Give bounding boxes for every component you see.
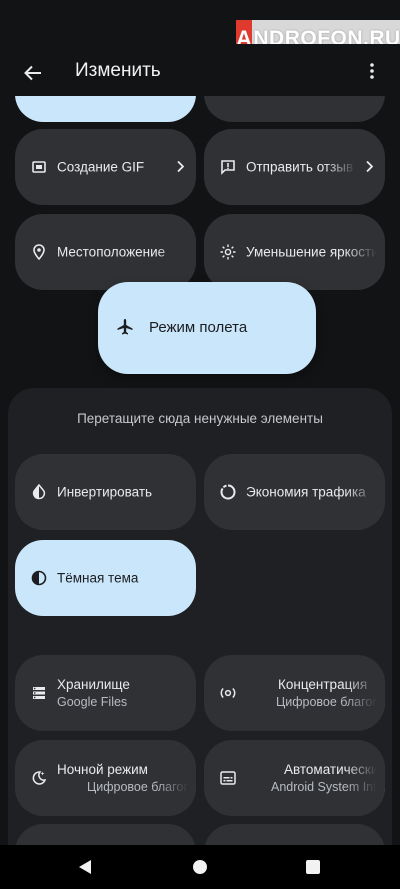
nav-recents-icon[interactable]: [306, 860, 320, 874]
tile-dark-theme[interactable]: Тёмная тема: [15, 540, 196, 616]
tile-label: Создание GIF: [57, 159, 145, 175]
tile-label: Режим полета: [149, 319, 248, 336]
invert-colors-icon: [31, 484, 47, 500]
tile-label: Местоположение: [57, 244, 166, 260]
tile-feedback[interactable]: Отправить отзыв: [204, 129, 385, 205]
chevron-right-icon: [365, 158, 374, 177]
tile-label: Ночной режим: [57, 762, 148, 777]
more-options-button-overlay[interactable]: [360, 56, 384, 86]
dragging-tile-airplane-mode[interactable]: Режим полета: [98, 282, 316, 374]
more-vert-icon: [370, 63, 374, 79]
tile-gif[interactable]: Создание GIF: [15, 129, 196, 205]
tile-focus-mode[interactable]: Концентрация Цифровое благополучие: [204, 655, 385, 731]
edit-quick-settings-screen: A NDROFON.RU Изменить Изменить: [0, 0, 400, 889]
location-pin-icon: [31, 244, 47, 260]
tile-label: Хранилище: [57, 677, 130, 692]
label-fade: [345, 214, 385, 290]
data-saver-icon: [220, 484, 236, 500]
label-fade: [156, 214, 196, 290]
feedback-icon: [220, 159, 236, 175]
subtitles-icon: [220, 770, 236, 786]
system-navigation-bar: [0, 845, 400, 889]
label-fade: [156, 740, 196, 816]
page-title-overlay: Изменить: [75, 60, 161, 81]
tile-storage[interactable]: Хранилище Google Files: [15, 655, 196, 731]
tile-live-caption[interactable]: Автоматические субтитры Android System I…: [204, 740, 385, 816]
arrow-back-icon: [24, 65, 41, 81]
airplane-icon: [116, 318, 134, 340]
brightness-icon: [220, 244, 236, 260]
gif-icon: [31, 159, 47, 175]
label-fade: [345, 454, 385, 530]
label-fade: [345, 655, 385, 731]
chevron-right-icon: [176, 158, 185, 177]
tile-label: Тёмная тема: [57, 570, 139, 586]
tile-bedtime-mode[interactable]: Ночной режим Цифровое благополучие: [15, 740, 196, 816]
tile-location[interactable]: Местоположение: [15, 214, 196, 290]
tile-sublabel: Google Files: [57, 695, 128, 709]
tile-data-saver[interactable]: Экономия трафика: [204, 454, 385, 530]
remove-hint-text: Перетащите сюда ненужные элементы: [77, 411, 323, 426]
focus-mode-icon: [220, 685, 236, 701]
dark-theme-icon: [31, 570, 47, 586]
tile-reduce-brightness[interactable]: Уменьшение яркости: [204, 214, 385, 290]
bedtime-moon-icon: [31, 770, 47, 786]
label-fade: [345, 740, 385, 816]
nav-home-icon[interactable]: [193, 860, 207, 874]
tile-label: Инвертировать: [57, 484, 153, 500]
tile-invert-colors[interactable]: Инвертировать: [15, 454, 196, 530]
back-button-overlay[interactable]: [18, 58, 48, 88]
storage-icon: [31, 685, 47, 701]
top-bar-background: [0, 44, 400, 96]
nav-back-icon[interactable]: [78, 859, 92, 875]
label-fade: [325, 129, 365, 205]
